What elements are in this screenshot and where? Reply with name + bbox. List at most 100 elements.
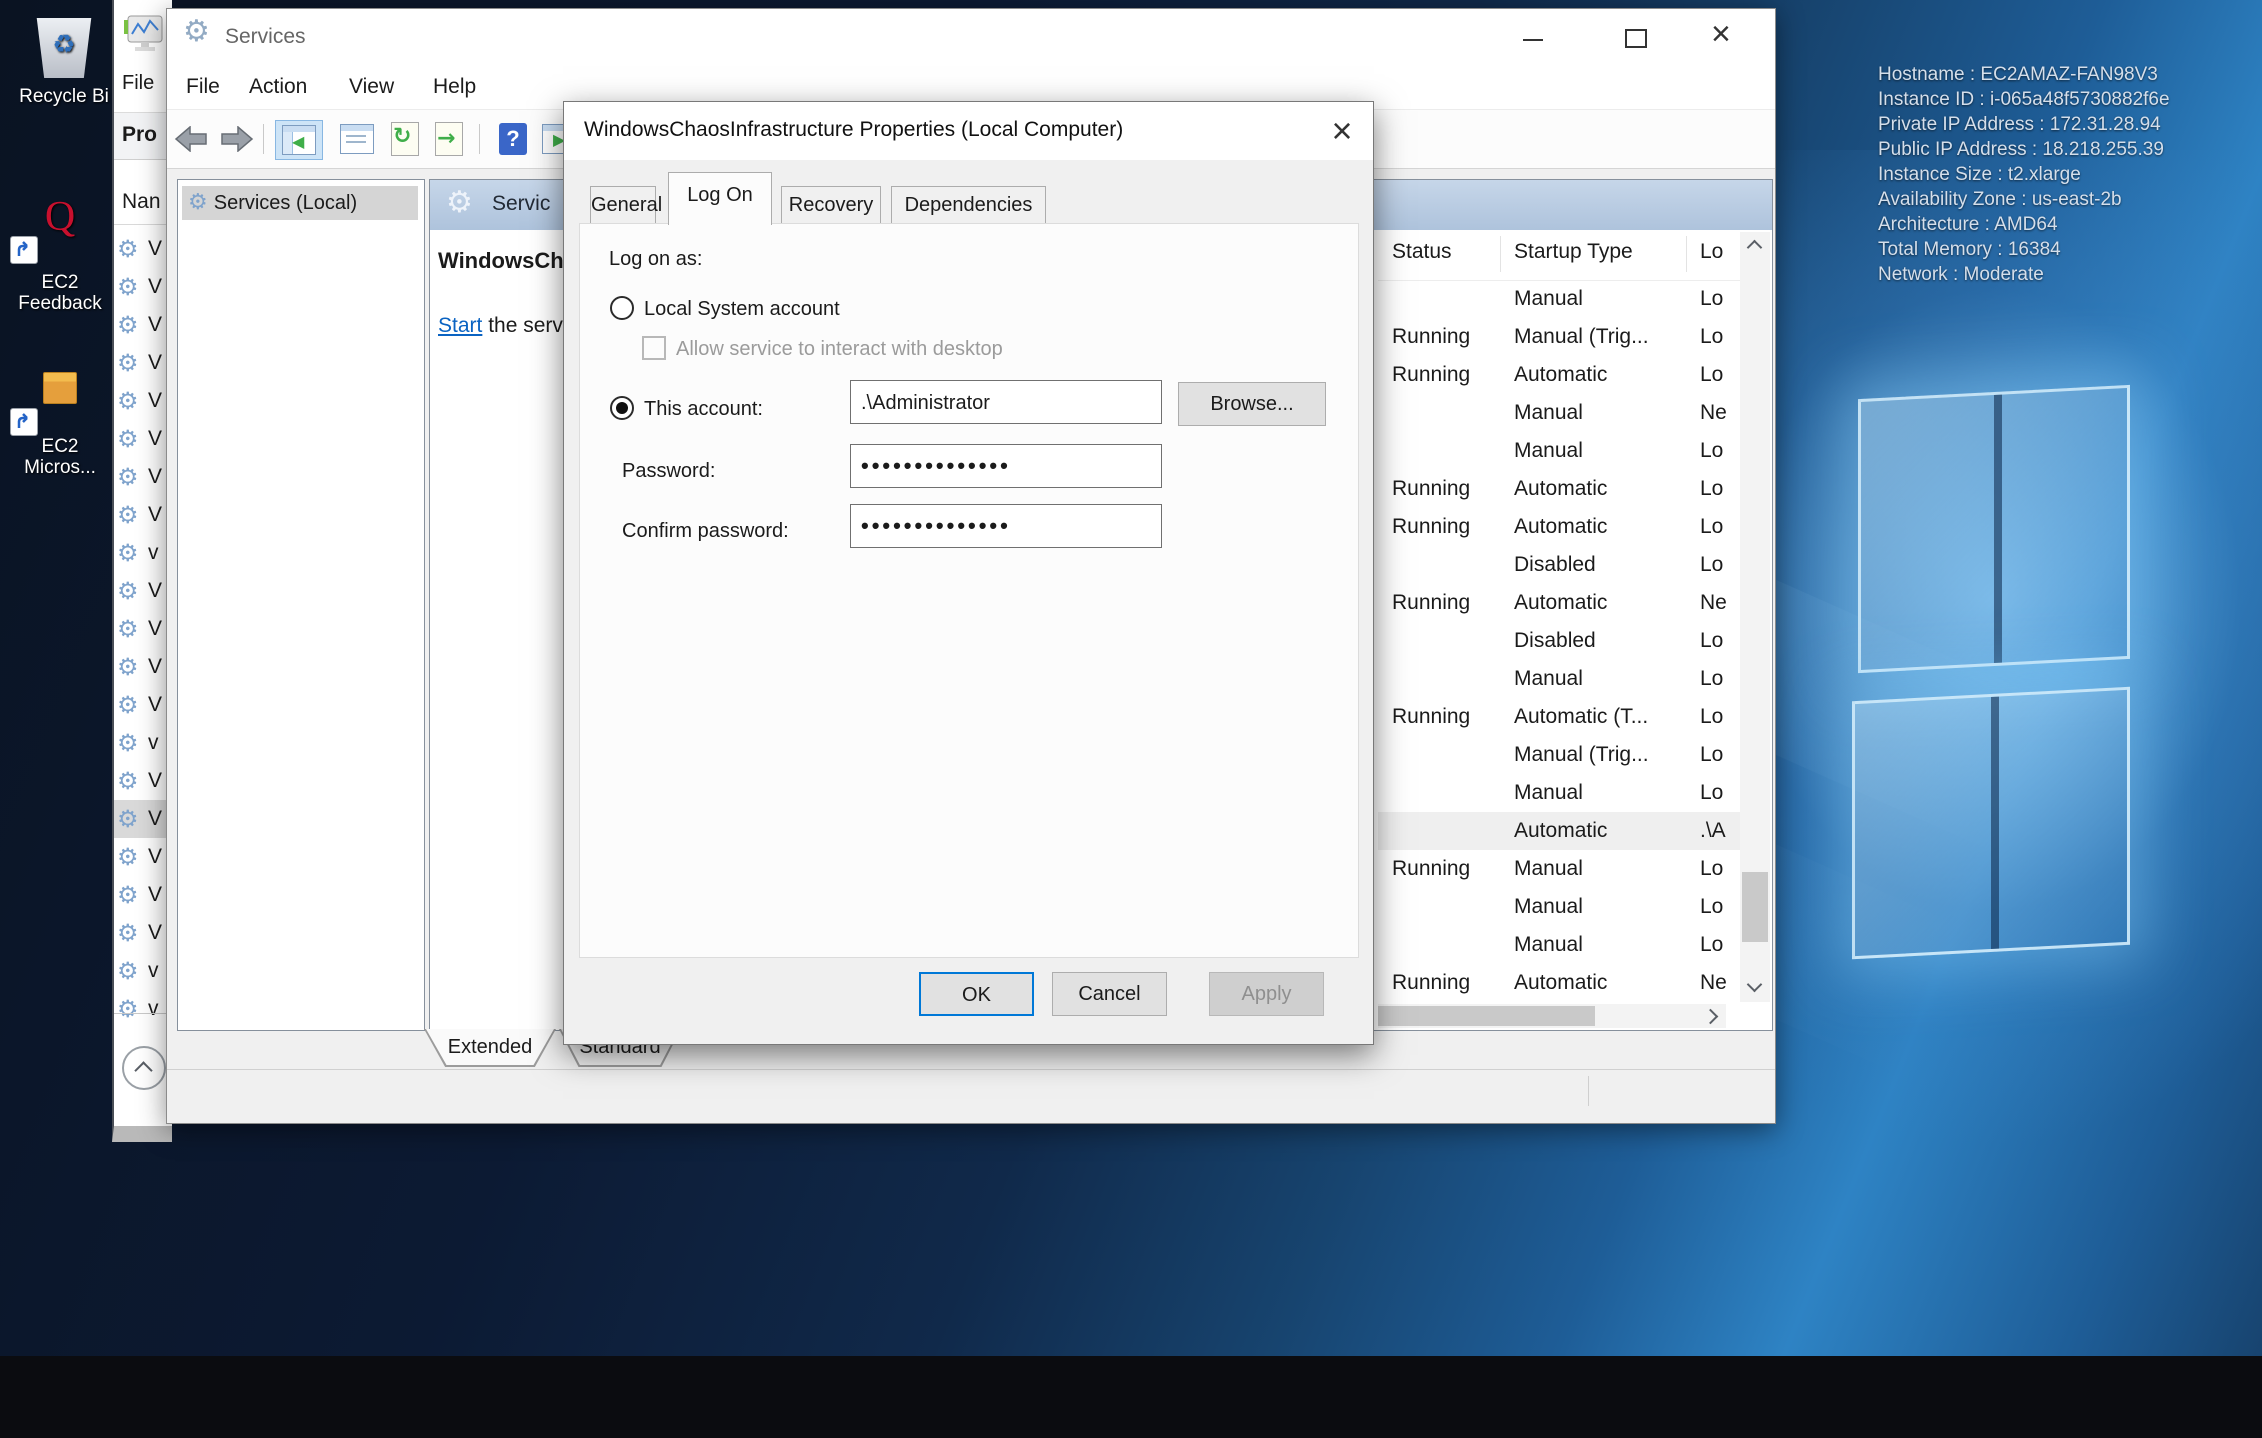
cancel-button[interactable]: Cancel	[1052, 972, 1167, 1016]
service-cell: Lo	[1700, 850, 1723, 888]
scroll-right-icon[interactable]	[1703, 1009, 1719, 1025]
service-row[interactable]: RunningManualLo	[1378, 850, 1744, 888]
background-service-row[interactable]: ⚙v	[114, 724, 172, 762]
menu-view[interactable]: View	[349, 75, 394, 99]
service-row[interactable]: Automatic.\A	[1378, 812, 1744, 850]
service-row[interactable]: ManualLo	[1378, 774, 1744, 812]
background-service-row[interactable]: ⚙V	[114, 876, 172, 914]
service-row[interactable]: RunningAutomaticLo	[1378, 356, 1744, 394]
desktop-icon-ec2-feedback[interactable]: Q EC2 Feedback	[0, 196, 120, 314]
back-button[interactable]	[171, 120, 211, 158]
password-input[interactable]: ••••••••••••••	[850, 444, 1162, 488]
background-service-row[interactable]: ⚙V	[114, 648, 172, 686]
background-menu-file[interactable]: File	[122, 72, 154, 95]
background-service-row[interactable]: ⚙V	[114, 496, 172, 534]
services-titlebar[interactable]: ⚙ Services ×	[167, 9, 1775, 67]
background-service-row[interactable]: ⚙V	[114, 420, 172, 458]
background-service-row[interactable]: ⚙V	[114, 230, 172, 268]
chevron-up-icon	[134, 1061, 152, 1079]
service-row[interactable]: RunningAutomaticLo	[1378, 508, 1744, 546]
tab-general[interactable]: General	[590, 186, 656, 225]
service-row[interactable]: RunningAutomaticNe	[1378, 584, 1744, 622]
background-service-row[interactable]: ⚙v	[114, 990, 172, 1028]
this-account-radio[interactable]	[610, 396, 634, 420]
background-service-row[interactable]: ⚙V	[114, 382, 172, 420]
menu-file[interactable]: File	[186, 75, 220, 99]
browse-button[interactable]: Browse...	[1178, 382, 1326, 426]
minimize-button[interactable]	[1501, 9, 1565, 67]
scrollbar-thumb[interactable]	[1742, 872, 1768, 942]
service-row[interactable]: ManualLo	[1378, 660, 1744, 698]
service-row[interactable]: Manual (Trig...Lo	[1378, 736, 1744, 774]
tab-recovery[interactable]: Recovery	[781, 186, 881, 225]
background-service-row[interactable]: ⚙V	[114, 610, 172, 648]
service-row[interactable]: ManualLo	[1378, 280, 1744, 318]
service-row[interactable]: RunningAutomaticNe	[1378, 964, 1744, 1002]
scroll-down-icon[interactable]	[1747, 977, 1763, 993]
background-service-row[interactable]: ⚙V	[114, 306, 172, 344]
tab-dependencies[interactable]: Dependencies	[891, 186, 1046, 225]
services-gear-icon: ⚙	[183, 17, 210, 47]
properties-button[interactable]	[337, 120, 377, 158]
background-service-row[interactable]: ⚙V	[114, 344, 172, 382]
scrollbar-thumb[interactable]	[1378, 1006, 1595, 1026]
tab-extended[interactable]: Extended	[424, 1029, 556, 1067]
service-cell: Running	[1392, 470, 1470, 508]
confirm-password-input[interactable]: ••••••••••••••	[850, 504, 1162, 548]
desktop-icon-ec2-micros[interactable]: EC2 Micros...	[0, 372, 120, 478]
start-service-link[interactable]: Start	[438, 314, 482, 337]
column-header-logon[interactable]: Lo	[1700, 240, 1723, 264]
background-service-row[interactable]: ⚙v	[114, 534, 172, 572]
statusbar-divider	[1588, 1076, 1589, 1106]
service-row[interactable]: RunningManual (Trig...Lo	[1378, 318, 1744, 356]
background-service-row[interactable]: ⚙V	[114, 686, 172, 724]
apply-button[interactable]: Apply	[1209, 972, 1324, 1016]
export-list-button[interactable]: →	[429, 120, 469, 158]
background-toolbar-label[interactable]: Pro	[122, 123, 157, 147]
divider	[114, 224, 172, 225]
background-service-row[interactable]: ⚙V	[114, 800, 172, 838]
collapse-button[interactable]	[122, 1046, 166, 1090]
service-row[interactable]: DisabledLo	[1378, 546, 1744, 584]
service-row[interactable]: ManualNe	[1378, 394, 1744, 432]
account-input[interactable]: .\Administrator	[850, 380, 1162, 424]
interact-desktop-checkbox[interactable]	[642, 336, 666, 360]
menu-action[interactable]: Action	[249, 75, 307, 99]
tab-log-on[interactable]: Log On	[668, 172, 772, 225]
gear-icon: ⚙	[117, 914, 139, 952]
ok-button[interactable]: OK	[919, 972, 1034, 1016]
service-row[interactable]: RunningAutomaticLo	[1378, 470, 1744, 508]
menu-help[interactable]: Help	[433, 75, 476, 99]
dialog-close-button[interactable]: ×	[1320, 110, 1364, 152]
column-header-status[interactable]: Status	[1392, 240, 1452, 264]
background-service-row[interactable]: ⚙V	[114, 572, 172, 610]
dialog-titlebar[interactable]: WindowsChaosInfrastructure Properties (L…	[564, 102, 1373, 160]
background-service-row[interactable]: ⚙V	[114, 838, 172, 876]
service-row[interactable]: ManualLo	[1378, 926, 1744, 964]
local-system-radio[interactable]	[610, 296, 634, 320]
close-button[interactable]: ×	[1695, 9, 1759, 67]
service-row[interactable]: ManualLo	[1378, 432, 1744, 470]
scroll-up-icon[interactable]	[1747, 240, 1763, 256]
service-cell: Automatic	[1514, 470, 1607, 508]
background-service-row[interactable]: ⚙v	[114, 952, 172, 990]
background-service-row[interactable]: ⚙V	[114, 268, 172, 306]
vertical-scrollbar[interactable]	[1740, 232, 1770, 1002]
forward-button[interactable]	[217, 120, 257, 158]
desktop-icon-recycle-bin[interactable]: ♻ Recycle Bi	[0, 18, 128, 107]
service-start-line: Start the serv	[438, 314, 563, 338]
column-header-startup-type[interactable]: Startup Type	[1514, 240, 1633, 264]
background-service-row[interactable]: ⚙V	[114, 914, 172, 952]
service-row[interactable]: DisabledLo	[1378, 622, 1744, 660]
help-button[interactable]: ?	[493, 120, 533, 158]
service-row[interactable]: RunningAutomatic (T...Lo	[1378, 698, 1744, 736]
horizontal-scrollbar[interactable]	[1378, 1004, 1726, 1028]
background-service-row[interactable]: ⚙V	[114, 458, 172, 496]
background-service-row[interactable]: ⚙V	[114, 762, 172, 800]
tree-item-services-local[interactable]: ⚙Services (Local)	[182, 186, 418, 220]
refresh-button[interactable]: ↻	[385, 120, 425, 158]
maximize-button[interactable]	[1605, 9, 1669, 67]
service-row[interactable]: ManualLo	[1378, 888, 1744, 926]
background-name-column-header[interactable]: Nan	[122, 190, 161, 214]
console-tree-toggle-button[interactable]: ◀	[275, 120, 323, 160]
